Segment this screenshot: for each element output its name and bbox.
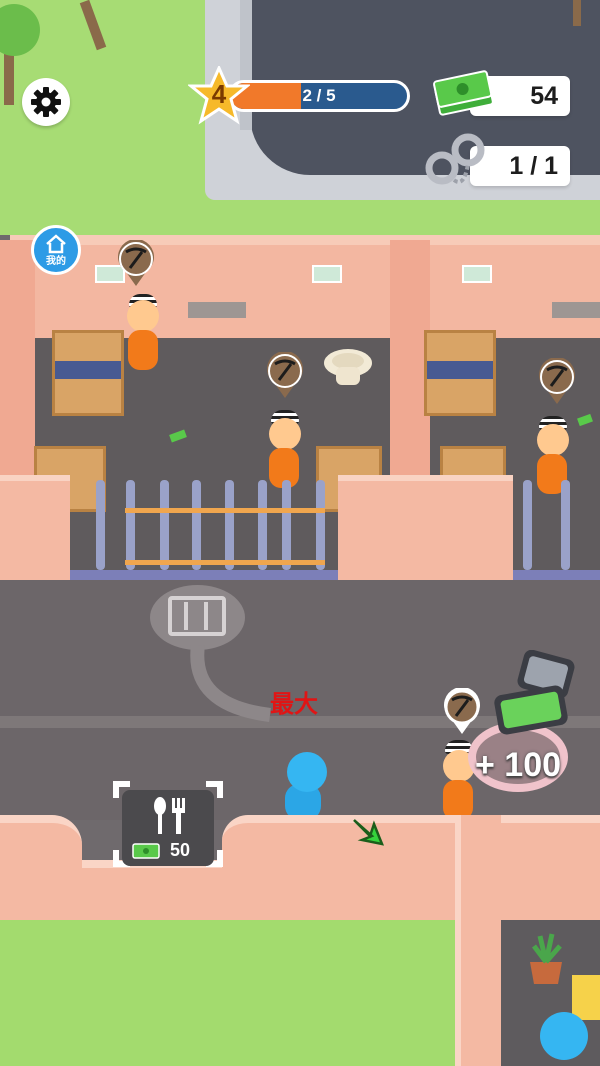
pickaxe-icon[interactable] bbox=[442, 688, 482, 736]
pickaxe-icon[interactable] bbox=[116, 240, 156, 288]
arrow-down-right-icon bbox=[353, 819, 385, 846]
cell-door-icon bbox=[168, 596, 226, 636]
level-progress-text: 2 / 5 bbox=[302, 86, 336, 105]
bunk-bed bbox=[424, 330, 496, 416]
tree-right bbox=[573, 0, 581, 26]
window bbox=[312, 265, 342, 283]
npc-character bbox=[540, 1012, 588, 1060]
level-progress-bar: 2 / 5 bbox=[228, 80, 410, 112]
cell-front-wall bbox=[0, 475, 70, 586]
wall-shelf bbox=[552, 302, 600, 318]
bunk-bed bbox=[52, 330, 124, 416]
cash-value: 54 bbox=[530, 82, 558, 110]
toilet bbox=[324, 349, 372, 385]
bottom-wall bbox=[0, 815, 82, 928]
mine-badge[interactable]: 我的 bbox=[31, 225, 81, 275]
settings-button[interactable] bbox=[22, 78, 70, 126]
bottom-wall bbox=[82, 860, 222, 928]
mine-badge-label: 我的 bbox=[46, 255, 66, 267]
back-wall-top bbox=[10, 235, 600, 245]
bottom-wall bbox=[222, 815, 600, 928]
max-label: 最大 bbox=[270, 691, 318, 718]
desk bbox=[572, 975, 600, 1020]
pickaxe-icon[interactable] bbox=[265, 352, 305, 400]
tree-left bbox=[0, 0, 107, 105]
grass-area bbox=[0, 920, 480, 1066]
handcuffs-value: 1 / 1 bbox=[509, 152, 558, 180]
cell-gate-left[interactable] bbox=[70, 480, 338, 580]
level-number: 4 bbox=[211, 79, 227, 109]
side-wall bbox=[455, 815, 501, 1066]
cell-gate-right[interactable] bbox=[513, 480, 600, 580]
cash-case-icon[interactable] bbox=[490, 650, 580, 740]
back-wall bbox=[10, 235, 600, 345]
window bbox=[462, 265, 492, 283]
prisoner[interactable] bbox=[124, 292, 174, 382]
house-icon bbox=[46, 233, 66, 253]
wall-shelf bbox=[188, 302, 246, 318]
gear-icon bbox=[31, 87, 61, 117]
fork-spoon-icon bbox=[154, 797, 185, 834]
cash-pickup-amount: + 100 bbox=[475, 746, 562, 784]
pickaxe-icon[interactable] bbox=[537, 358, 577, 406]
player-character bbox=[287, 752, 327, 792]
cell-front-wall bbox=[338, 475, 513, 586]
potted-plant bbox=[530, 933, 562, 984]
food-station-cost: 50 bbox=[170, 840, 191, 860]
cash-icon bbox=[132, 843, 160, 859]
